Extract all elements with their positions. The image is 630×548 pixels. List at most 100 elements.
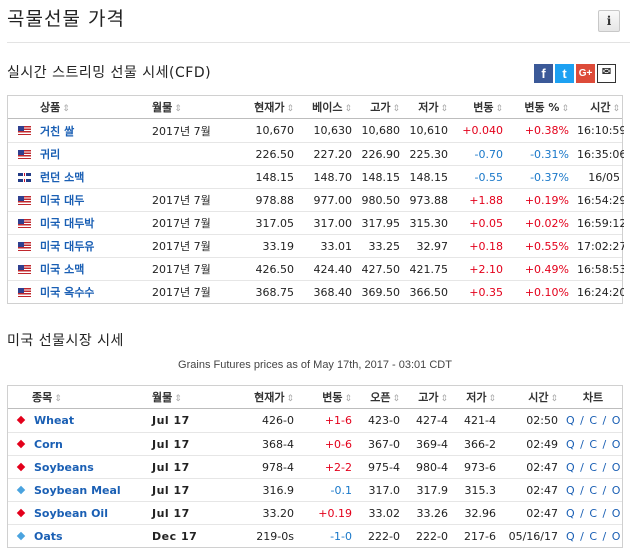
futures-header-chg[interactable]: 변동 ⇕	[298, 389, 356, 405]
cell-value: 2017년 7월	[152, 286, 211, 299]
chart-links[interactable]: Q / C / O	[566, 438, 621, 451]
email-icon[interactable]: ✉	[597, 64, 616, 83]
cell-value: 10,680	[361, 124, 401, 137]
cfd-header-month[interactable]: 월물 ⇕	[148, 99, 226, 115]
instrument-link[interactable]: 미국 옥수수	[40, 286, 94, 299]
futures-cell-chart[interactable]: Q / C / O	[562, 414, 624, 427]
chart-links[interactable]: Q / C / O	[566, 507, 621, 520]
cfd-header-name[interactable]: 상품 ⇕	[8, 99, 148, 115]
futures-header-time[interactable]: 시간 ⇕	[500, 389, 562, 405]
sort-icon: ⇕	[286, 104, 294, 114]
futures-cell-chart[interactable]: Q / C / O	[562, 530, 624, 543]
column-label: 베이스	[312, 101, 343, 114]
table-row: Corn Jul 17 368-4 +0-6 367-0 369-4 366-2 02:49 Q…	[8, 432, 622, 455]
cfd-cell-name[interactable]: 미국 옥수수	[8, 284, 148, 300]
us-futures-section-title: 미국 선물시장 시세	[7, 333, 124, 349]
cfd-cell-name[interactable]: 미국 대두유	[8, 238, 148, 254]
grain-link[interactable]: Corn	[34, 438, 63, 451]
grain-link[interactable]: Soybean Oil	[34, 507, 108, 520]
cfd-header-low[interactable]: 저가 ⇕	[404, 99, 452, 115]
chart-links[interactable]: Q / C / O	[566, 530, 621, 543]
futures-cell-name[interactable]: Soybean Meal	[8, 484, 148, 497]
futures-header-name[interactable]: 종목 ⇕	[8, 389, 148, 405]
info-button[interactable]: i	[598, 10, 620, 32]
cell-value: 424.40	[313, 262, 353, 276]
instrument-link[interactable]: 미국 대두	[40, 194, 84, 207]
chart-links[interactable]: Q / C / O	[566, 461, 621, 474]
futures-cell-chart[interactable]: Q / C / O	[562, 438, 624, 451]
futures-cell-name[interactable]: Wheat	[8, 414, 148, 427]
cfd-header-time[interactable]: 시간 ⇕	[573, 99, 624, 115]
column-label: 월물	[152, 101, 173, 114]
grain-link[interactable]: Soybeans	[34, 461, 94, 474]
futures-cell-name[interactable]: Corn	[8, 438, 148, 451]
cell-value: +0.35	[469, 285, 503, 299]
futures-header-month[interactable]: 월물 ⇕	[148, 389, 226, 405]
column-label: 고가	[370, 101, 391, 114]
cfd-cell-last: 368.75	[226, 286, 298, 299]
column-label: 현재가	[254, 101, 285, 114]
cell-value: 32.96	[464, 506, 497, 520]
cfd-cell-name[interactable]: 미국 소맥	[8, 261, 148, 277]
twitter-icon[interactable]: t	[555, 64, 574, 83]
futures-cell-chart[interactable]: Q / C / O	[562, 507, 624, 520]
futures-cell-month: Jul 17	[148, 438, 226, 451]
futures-header-open[interactable]: 오픈 ⇕	[356, 389, 404, 405]
futures-cell-chart[interactable]: Q / C / O	[562, 461, 624, 474]
cfd-cell-name[interactable]: 미국 대두	[8, 192, 148, 208]
futures-cell-name[interactable]: Oats	[8, 530, 148, 543]
column-label: 월물	[152, 391, 173, 404]
facebook-icon[interactable]: f	[534, 64, 553, 83]
cfd-header-high[interactable]: 고가 ⇕	[356, 99, 404, 115]
google-plus-icon[interactable]: G+	[576, 64, 595, 83]
futures-cell-high: 33.26	[404, 507, 452, 520]
cell-value: -0.70	[474, 147, 503, 161]
cfd-header-last[interactable]: 현재가 ⇕	[226, 99, 298, 115]
cell-value: +0.05	[469, 216, 503, 230]
cell-value: 16:58:53	[577, 262, 624, 276]
futures-header-high[interactable]: 고가 ⇕	[404, 389, 452, 405]
cfd-header-chg[interactable]: 변동 ⇕	[452, 99, 507, 115]
instrument-link[interactable]: 미국 대두박	[40, 217, 94, 230]
cfd-header-base[interactable]: 베이스 ⇕	[298, 99, 356, 115]
grain-link[interactable]: Wheat	[34, 414, 74, 427]
futures-cell-name[interactable]: Soybean Oil	[8, 507, 148, 520]
instrument-link[interactable]: 미국 소맥	[40, 263, 84, 276]
instrument-link[interactable]: 귀리	[40, 148, 60, 161]
cfd-cell-month: 2017년 7월	[148, 238, 226, 254]
cfd-cell-last: 226.50	[226, 148, 298, 161]
instrument-link[interactable]: 미국 대두유	[40, 240, 94, 253]
cell-value: Jul 17	[152, 483, 190, 497]
cfd-cell-name[interactable]: 귀리	[8, 146, 148, 162]
sort-icon: ⇕	[612, 104, 620, 114]
chart-links[interactable]: Q / C / O	[566, 414, 621, 427]
cfd-cell-name[interactable]: 미국 대두박	[8, 215, 148, 231]
futures-cell-high: 980-4	[404, 461, 452, 474]
cell-value: 317.05	[255, 216, 295, 230]
futures-cell-open: 975-4	[356, 461, 404, 474]
cfd-cell-name[interactable]: 거친 쌀	[8, 123, 148, 139]
cfd-cell-chg: +2.10	[452, 263, 507, 276]
cell-value: 17:02:27	[577, 239, 624, 253]
cfd-cell-name[interactable]: 런던 소맥	[8, 169, 148, 185]
instrument-link[interactable]: 런던 소맥	[40, 171, 84, 184]
grain-link[interactable]: Soybean Meal	[34, 484, 121, 497]
futures-cell-name[interactable]: Soybeans	[8, 461, 148, 474]
cfd-header-pct[interactable]: 변동 % ⇕	[507, 99, 573, 115]
cell-value: 366.50	[409, 285, 449, 299]
futures-cell-last: 978-4	[226, 461, 298, 474]
cell-value: 02:47	[526, 483, 558, 497]
grain-link[interactable]: Oats	[34, 530, 63, 543]
futures-header-last[interactable]: 현재가 ⇕	[226, 389, 298, 405]
futures-cell-chart[interactable]: Q / C / O	[562, 484, 624, 497]
chart-links[interactable]: Q / C / O	[566, 484, 621, 497]
up-diamond-icon	[16, 439, 26, 448]
cell-value: 368.75	[255, 285, 295, 299]
cell-value: 10,630	[313, 124, 353, 137]
cell-value: 421.75	[409, 262, 449, 276]
cell-value: 980-4	[416, 460, 448, 474]
futures-header-low[interactable]: 저가 ⇕	[452, 389, 500, 405]
cell-value: Jul 17	[152, 460, 190, 474]
cfd-cell-base: 227.20	[298, 148, 356, 161]
instrument-link[interactable]: 거친 쌀	[40, 125, 74, 138]
